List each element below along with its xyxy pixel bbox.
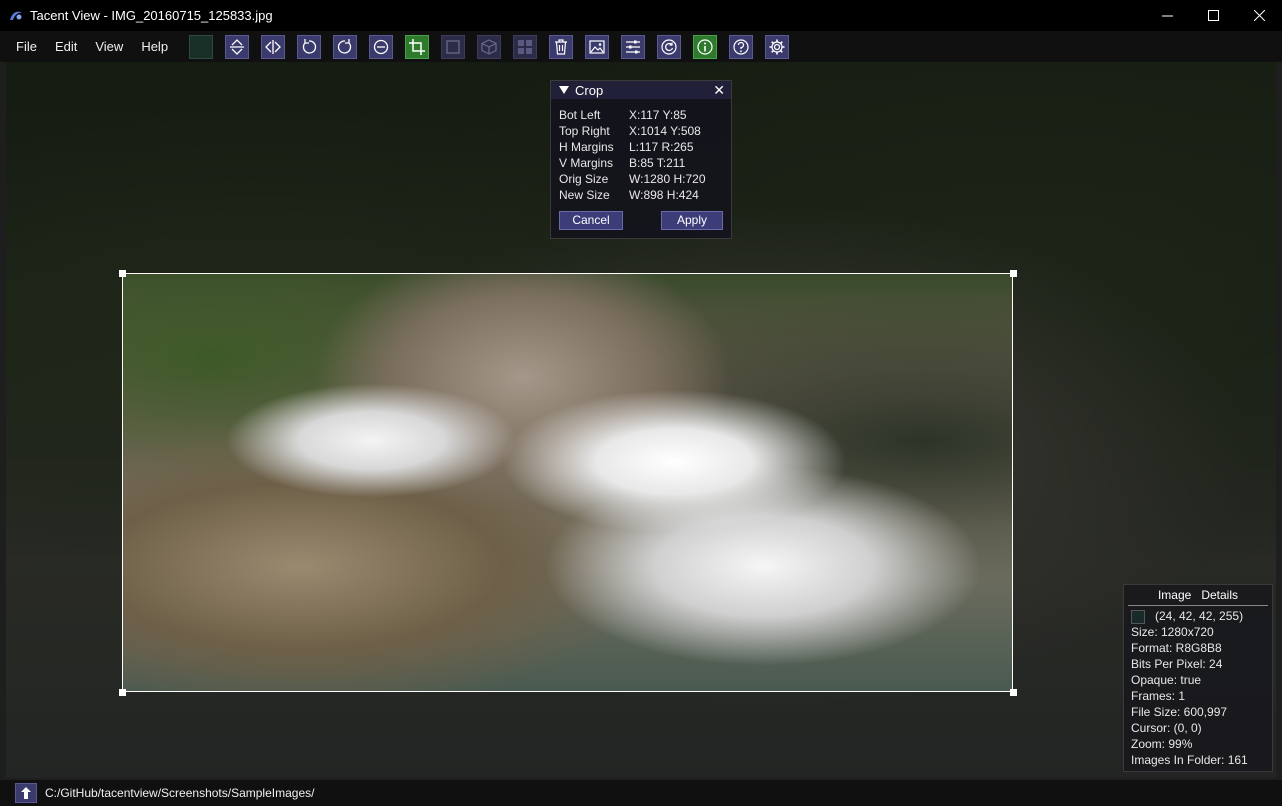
crop-handle-bottom-right[interactable] [1010, 689, 1017, 696]
trash-icon [555, 38, 568, 55]
color-swatch-button[interactable] [189, 34, 214, 59]
grid-icon [518, 39, 533, 54]
collapse-triangle-icon[interactable] [559, 86, 569, 94]
crop-row-new-size: New Size W:898 H:424 [559, 188, 699, 202]
close-icon[interactable]: ✕ [713, 82, 725, 99]
crop-row-bot-left: Bot Left X:117 Y:85 [559, 108, 687, 122]
app-icon [10, 11, 22, 20]
cube-button[interactable] [477, 34, 502, 59]
crop-row-v-margins: V Margins B:85 T:211 [559, 156, 686, 170]
crop-panel: Crop ✕ Bot Left X:117 Y:85 Top Right X:101… [550, 80, 732, 239]
toolbar [189, 34, 801, 59]
square-icon [446, 39, 460, 54]
refresh-button[interactable] [657, 34, 682, 59]
rotate-theta-button[interactable] [369, 34, 394, 59]
cube-icon [481, 38, 497, 55]
menu-file[interactable]: File [0, 31, 46, 62]
pixel-color-row: (24, 42, 42, 255) [1131, 608, 1272, 624]
image-details-header: Image Details [1128, 585, 1268, 606]
detail-cursor: Cursor: (0, 0) [1131, 721, 1202, 735]
detail-file-size: File Size: 600,997 [1131, 705, 1228, 719]
menu-help[interactable]: Help [132, 31, 177, 62]
menu-view[interactable]: View [86, 31, 132, 62]
adjust-button[interactable] [621, 34, 646, 59]
crop-row-h-margins: H Margins L:117 R:265 [559, 140, 694, 154]
maximize-icon [1207, 10, 1219, 21]
apply-button[interactable]: Apply [661, 211, 723, 230]
crop-row-orig-size: Orig Size W:1280 H:720 [559, 172, 706, 186]
close-window-button[interactable] [1236, 0, 1282, 31]
sliders-icon [626, 40, 641, 53]
flip-vertical-icon [230, 38, 245, 55]
crop-icon [409, 38, 426, 55]
rotate-theta-icon [373, 39, 389, 54]
folder-path: C:/GitHub/tacentview/Screenshots/SampleI… [45, 786, 315, 800]
image-icon [589, 39, 605, 54]
minimize-icon [1161, 15, 1173, 17]
up-folder-button[interactable] [15, 783, 37, 803]
title-bar: Tacent View - IMG_20160715_125833.jpg [0, 0, 1282, 31]
info-icon [697, 38, 713, 55]
cancel-button[interactable]: Cancel [559, 211, 623, 230]
settings-button[interactable] [765, 34, 790, 59]
window-title: Tacent View - IMG_20160715_125833.jpg [30, 8, 273, 23]
maximize-button[interactable] [1190, 0, 1236, 31]
detail-format: Format: R8G8B8 [1131, 641, 1222, 655]
flip-vertical-button[interactable] [225, 34, 250, 59]
detail-bpp: Bits Per Pixel: 24 [1131, 657, 1223, 671]
help-icon [733, 38, 749, 55]
crop-row-top-right: Top Right X:1014 Y:508 [559, 124, 701, 138]
detail-zoom: Zoom: 99% [1131, 737, 1193, 751]
up-arrow-icon [21, 787, 31, 799]
crop-handle-bottom-left[interactable] [119, 689, 126, 696]
image-details-panel: Image Details (24, 42, 42, 255) Size: 12… [1123, 584, 1273, 772]
flip-horizontal-button[interactable] [261, 34, 286, 59]
square-button[interactable] [441, 34, 466, 59]
rotate-cw-button[interactable] [333, 34, 358, 59]
rotate-ccw-icon [302, 38, 317, 54]
minimize-button[interactable] [1144, 0, 1190, 31]
detail-frames: Frames: 1 [1131, 689, 1186, 703]
crop-panel-title: Crop [575, 82, 604, 98]
close-icon [1253, 10, 1265, 21]
status-bar: C:/GitHub/tacentview/Screenshots/SampleI… [0, 780, 1282, 806]
rotate-ccw-button[interactable] [297, 34, 322, 59]
rotate-cw-icon [337, 38, 352, 54]
detail-images-in-folder: Images In Folder: 161 [1131, 753, 1248, 767]
gear-icon [769, 39, 785, 54]
detail-size: Size: 1280x720 [1131, 625, 1214, 639]
help-button[interactable] [729, 34, 754, 59]
menu-edit[interactable]: Edit [46, 31, 86, 62]
flip-horizontal-icon [265, 39, 281, 54]
crop-handle-top-left[interactable] [119, 270, 126, 277]
crop-rectangle[interactable] [122, 273, 1013, 692]
refresh-icon [661, 38, 677, 55]
pixel-color-swatch [1131, 609, 1145, 624]
grid-button[interactable] [513, 34, 538, 59]
info-button[interactable] [693, 34, 718, 59]
crop-panel-header[interactable]: Crop ✕ [551, 81, 731, 99]
crop-button[interactable] [405, 34, 430, 59]
image-button[interactable] [585, 34, 610, 59]
menu-bar: File Edit View Help [0, 31, 1282, 62]
detail-opaque: Opaque: true [1131, 673, 1202, 687]
delete-button[interactable] [549, 34, 574, 59]
crop-handle-top-right[interactable] [1010, 270, 1017, 277]
